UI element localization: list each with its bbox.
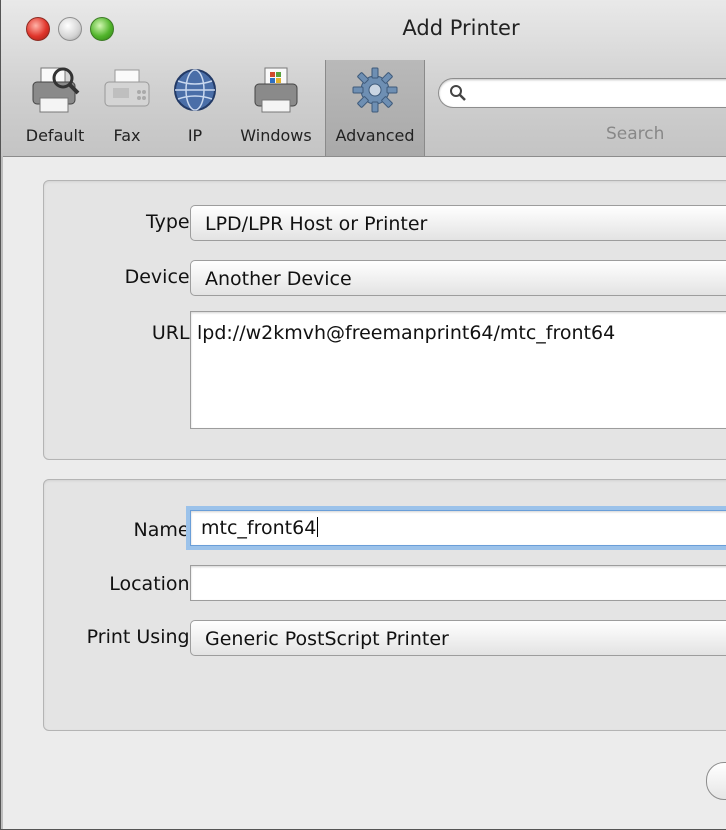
type-popup[interactable]: LPD/LPR Host or Printer [190,205,726,241]
toolbar: Add Printer Default Fax IP Windows Advan… [1,0,726,157]
globe-icon [172,60,218,120]
tool-default[interactable]: Default [21,60,89,156]
print-using-popup[interactable]: Generic PostScript Printer [190,620,726,656]
magnifier-icon [450,85,466,101]
location-label: Location: [109,573,196,595]
default-printer-icon [29,60,81,120]
tool-label: Fax [113,126,141,145]
fax-icon [101,60,153,120]
device-label: Device: [124,266,196,288]
window-title: Add Printer [402,16,520,40]
device-popup[interactable]: Another Device [190,260,726,296]
tool-windows[interactable]: Windows [235,60,317,156]
minimize-window-button[interactable] [58,17,82,41]
search-input[interactable] [475,82,726,106]
tool-label: Windows [240,126,312,145]
gear-icon [350,60,400,120]
url-field[interactable]: lpd://w2kmvh@freemanprint64/mtc_front64 [190,311,726,429]
tool-ip[interactable]: IP [169,60,221,156]
search-label: Search [606,124,665,144]
name-value: mtc_front64 [201,517,317,539]
details-panel: Name: mtc_front64 Location: Print Using:… [43,479,726,731]
search-field[interactable] [438,78,726,108]
tool-label: Advanced [335,126,415,145]
tool-fax[interactable]: Fax [101,60,153,156]
print-using-label: Print Using: [86,626,196,648]
text-caret [317,517,319,537]
zoom-window-button[interactable] [90,17,114,41]
connection-panel: Type: LPD/LPR Host or Printer Device: An… [43,180,726,460]
add-printer-window: Add Printer Default Fax IP Windows Advan… [0,0,726,830]
name-field[interactable]: mtc_front64 [190,510,726,546]
tool-label: Default [25,126,85,145]
window-edge [1,156,3,829]
type-label: Type: [145,211,196,233]
close-window-button[interactable] [26,17,50,41]
tool-advanced[interactable]: Advanced [325,60,425,156]
tool-label: IP [187,126,203,145]
windows-printer-icon [251,60,301,120]
add-button[interactable] [706,762,726,800]
location-field[interactable] [190,565,726,601]
name-label: Name: [133,519,196,541]
